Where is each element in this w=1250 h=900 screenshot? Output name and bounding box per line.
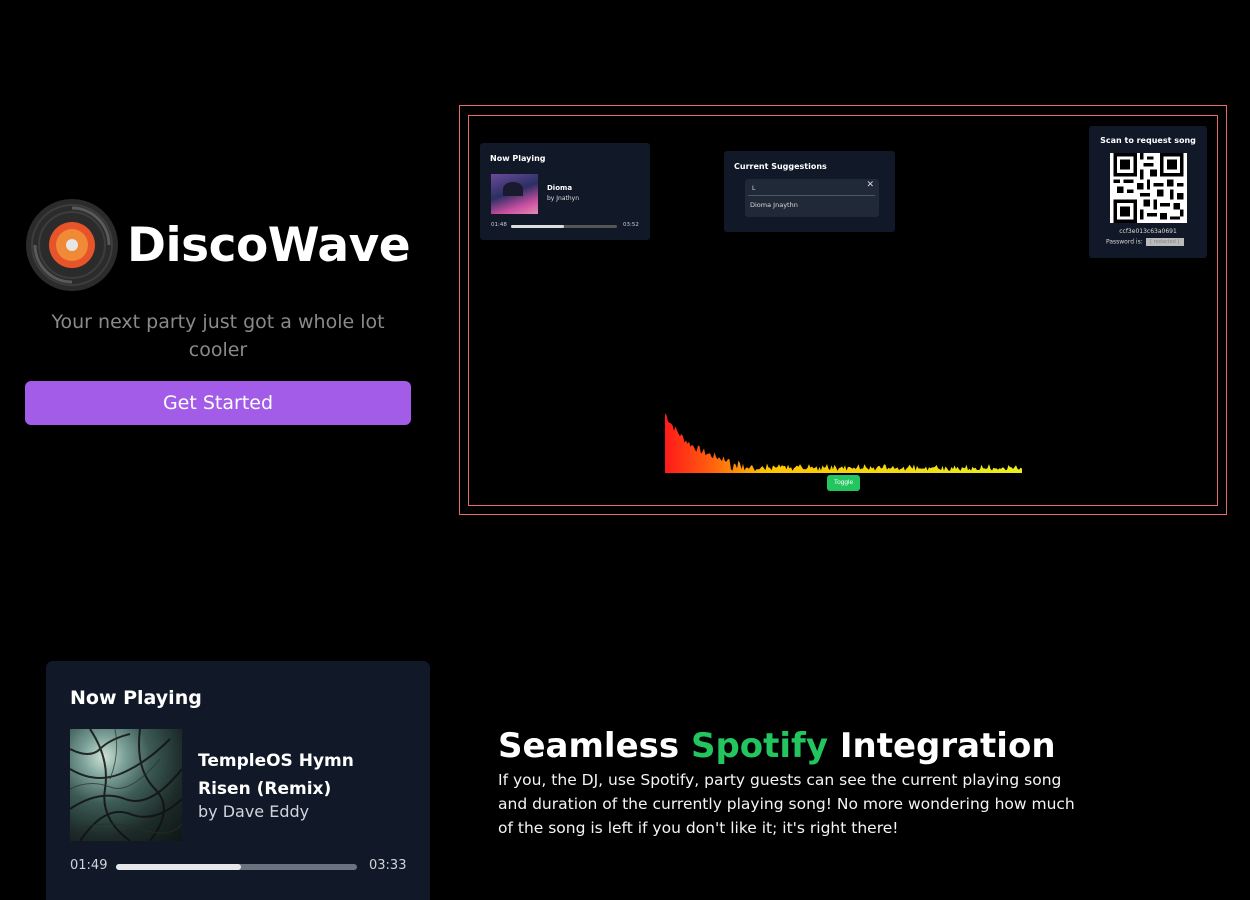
preview-qr-card: Scan to request song ccf3e013c63a0691 Pa… [1089, 126, 1207, 258]
preview-password-value: [ redacted ] [1145, 238, 1184, 246]
feature-heading-pre: Seamless [498, 726, 691, 766]
album-art [70, 729, 182, 841]
preview-password-row: Password is:[ redacted ] [1106, 238, 1184, 246]
get-started-button[interactable]: Get Started [25, 381, 411, 425]
now-playing-artist: by Dave Eddy [198, 802, 310, 821]
feature-heading-accent: Spotify [690, 726, 828, 766]
song-progress-fill [116, 864, 242, 870]
song-progress-bar [116, 864, 357, 870]
preview-progress-fill [511, 225, 564, 228]
spotify-feature-section: Seamless Spotify Integration If you, the… [498, 726, 1098, 840]
preview-suggestions-title: Current Suggestions [734, 162, 827, 171]
preview-password-label: Password is: [1106, 238, 1143, 246]
preview-progress-bar [511, 225, 617, 228]
toggle-visualizer-button[interactable]: Toggle [827, 475, 860, 491]
feature-heading-post: Integration [828, 726, 1056, 766]
preview-album-art [491, 174, 538, 214]
hero-section: DiscoWave Your next party just got a who… [25, 198, 411, 425]
audio-visualizer-waveform [665, 413, 1022, 473]
preview-song-title: Dioma [547, 184, 573, 192]
brand-name: DiscoWave [127, 217, 411, 273]
preview-qr-title: Scan to request song [1100, 136, 1196, 145]
feature-heading: Seamless Spotify Integration [498, 726, 1098, 766]
preview-artist: by Jnathyn [547, 195, 580, 202]
feature-description: If you, the DJ, use Spotify, party guest… [498, 771, 1075, 837]
preview-elapsed-time: 01:48 [491, 222, 507, 228]
close-icon: ✕ [866, 180, 874, 190]
preview-now-playing-title: Now Playing [490, 154, 546, 163]
tagline: Your next party just got a whole lot coo… [51, 311, 385, 361]
app-preview-screen: Now Playing Dioma by Jnathyn 01:48 03:52… [468, 115, 1218, 506]
preview-suggestion-result: Dioma Jnaythn [750, 201, 798, 209]
qr-code-icon [1110, 153, 1187, 223]
now-playing-song-title: TempleOS Hymn Risen (Remix) [198, 751, 354, 799]
preview-session-id: ccf3e013c63a0691 [1119, 228, 1177, 235]
album-art-image [70, 729, 182, 841]
audio-visualizer [665, 413, 1022, 473]
preview-suggestions-card: Current Suggestions L ✕ Dioma Jnaythn [724, 151, 895, 232]
preview-suggestions-box: L ✕ Dioma Jnaythn [745, 179, 879, 217]
now-playing-title: Now Playing [70, 687, 202, 709]
song-duration: 03:33 [369, 858, 407, 873]
preview-duration: 03:52 [623, 222, 639, 228]
elapsed-time: 01:49 [70, 858, 108, 873]
app-preview-frame: Now Playing Dioma by Jnathyn 01:48 03:52… [459, 105, 1227, 515]
vinyl-record-icon [26, 199, 118, 291]
preview-suggestion-input: L [748, 182, 875, 196]
now-playing-card: Now Playing TempleOS Hymn Risen (Remix) … [46, 661, 430, 900]
brand: DiscoWave [25, 198, 411, 292]
preview-now-playing-card: Now Playing Dioma by Jnathyn 01:48 03:52 [480, 143, 650, 240]
